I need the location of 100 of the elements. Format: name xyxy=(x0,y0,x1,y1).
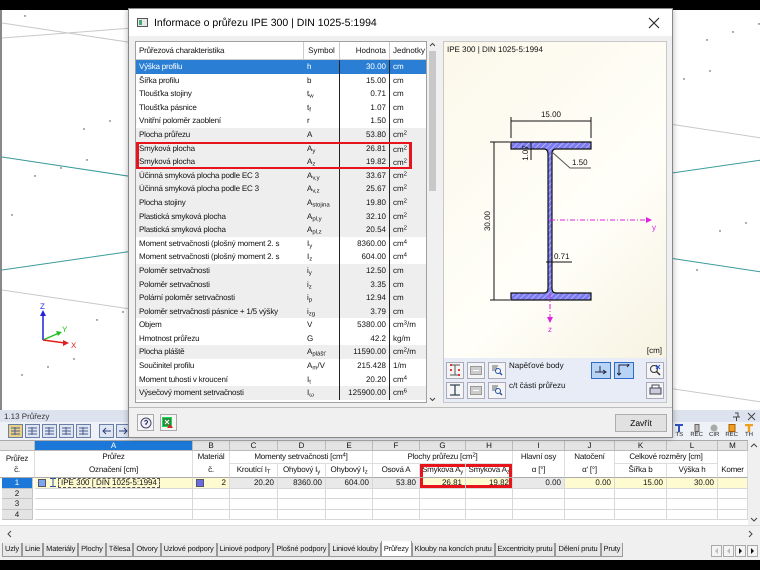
section-view-button[interactable] xyxy=(446,362,464,378)
table-row[interactable]: Účinná smyková plocha podle EC 3 A$_{v,z}$ 25.67 cm$^{2}$ xyxy=(136,182,426,196)
column-letter[interactable]: M xyxy=(718,441,748,451)
scrollbar-thumb[interactable] xyxy=(428,51,436,191)
table-icon[interactable] xyxy=(76,424,91,438)
table-row[interactable]: Plastická smyková plocha A$_{pl,y}$ 32.10 cm$^{2}$ xyxy=(136,210,426,224)
table-cell[interactable]: 2 xyxy=(193,478,230,488)
table-cell[interactable] xyxy=(278,488,326,499)
table-cell[interactable] xyxy=(615,510,667,520)
table-row[interactable]: Plocha průřezu A 53.80 cm$^{2}$ xyxy=(136,128,426,142)
table-cell[interactable]: 0.00 xyxy=(513,478,565,488)
row-number[interactable]: 1 xyxy=(2,478,33,488)
table-row[interactable]: Hmotnost průřezu G 42.2 kg/m xyxy=(136,332,426,346)
table-row[interactable]: Výsečový moment setrvačnosti I$_{ω}$ 125900.00 cm$^{6}$ xyxy=(136,386,426,400)
table-cell[interactable] xyxy=(373,488,420,499)
table-cell[interactable]: 0.00 xyxy=(565,478,615,488)
table-row[interactable]: Poloměr setrvačnosti i$_{y}$ 12.50 cm xyxy=(136,264,426,278)
table-cell[interactable]: 30.00 xyxy=(667,478,718,488)
axis-toggle-button[interactable] xyxy=(591,362,611,378)
table-cell[interactable] xyxy=(466,510,513,520)
table-cell[interactable] xyxy=(565,488,615,499)
table-row[interactable]: Šířka profilu b 15.00 cm xyxy=(136,74,426,88)
table-cell[interactable] xyxy=(420,488,466,499)
table-cell[interactable]: 15.00 xyxy=(615,478,667,488)
column-letter[interactable]: B xyxy=(193,441,230,451)
table-cell[interactable]: 26.81 xyxy=(420,478,466,488)
table-cell[interactable] xyxy=(278,510,326,520)
table-row[interactable]: Poloměr setrvačnosti i$_{z}$ 3.35 cm xyxy=(136,278,426,292)
table-cell[interactable] xyxy=(667,510,718,520)
help-button[interactable] xyxy=(137,414,154,431)
table-cell[interactable] xyxy=(718,478,748,488)
print-button[interactable] xyxy=(646,382,664,398)
table-row[interactable]: Smyková plocha A$_{z}$ 19.82 cm$^{2}$ xyxy=(136,155,426,169)
table-row[interactable]: Plastická smyková plocha A$_{pl,z}$ 20.54 cm$^{2}$ xyxy=(136,223,426,237)
table-row[interactable]: Plocha pláště A$_{plášť}$ 11590.00 cm$^{2}$/m xyxy=(136,345,426,360)
column-letter[interactable]: I xyxy=(513,441,565,451)
row-number[interactable]: 3 xyxy=(2,499,33,510)
table-cell[interactable] xyxy=(373,510,420,520)
table-cell[interactable] xyxy=(230,488,278,499)
table-row[interactable]: Účinná smyková plocha podle EC 3 A$_{v,y}$ 33.67 cm$^{2}$ xyxy=(136,168,426,182)
pin-icon[interactable] xyxy=(732,412,741,420)
details-button[interactable] xyxy=(488,382,506,398)
column-letter[interactable]: C xyxy=(230,441,278,451)
section-view-button[interactable] xyxy=(446,382,464,398)
close-icon[interactable] xyxy=(648,16,660,28)
table-row[interactable]: Polární poloměr setrvačnosti i$_{p}$ 12.94 cm xyxy=(136,291,426,305)
column-header[interactable]: Symbol xyxy=(304,42,340,59)
column-letter[interactable]: F xyxy=(373,441,420,451)
scroll-down-icon[interactable] xyxy=(428,395,436,403)
table-cell[interactable] xyxy=(667,488,718,499)
table-cell[interactable] xyxy=(513,499,565,510)
close-icon[interactable] xyxy=(747,412,756,420)
table-cell[interactable] xyxy=(513,510,565,520)
table-cell[interactable] xyxy=(35,488,193,499)
table-cell[interactable] xyxy=(466,488,513,499)
table-cell[interactable] xyxy=(193,499,230,510)
arrow-right-icon[interactable] xyxy=(747,545,758,557)
table-icon[interactable] xyxy=(8,424,23,438)
table-row[interactable]: Výška profilu h 30.00 cm xyxy=(136,60,426,74)
export-button[interactable] xyxy=(160,414,177,431)
table-cell[interactable] xyxy=(615,488,667,499)
column-letter[interactable]: J xyxy=(565,441,615,451)
table-cell[interactable] xyxy=(326,499,373,510)
table-row[interactable]: Poloměr setrvačnosti pásnice + 1/5 výšky i$_{zg}$ 3.79 cm xyxy=(136,304,426,318)
arrow-left-icon[interactable] xyxy=(99,424,114,438)
column-header[interactable]: Jednotky xyxy=(390,42,426,59)
table-cell[interactable] xyxy=(35,510,193,520)
details-button[interactable] xyxy=(488,362,506,378)
table-cell[interactable] xyxy=(278,499,326,510)
column-header[interactable]: Hodnota xyxy=(340,42,390,59)
table-cell[interactable] xyxy=(35,499,193,510)
scroll-up-icon[interactable] xyxy=(428,41,436,49)
table-cell[interactable] xyxy=(230,499,278,510)
column-letter[interactable]: K xyxy=(615,441,667,451)
column-letter[interactable]: A xyxy=(35,441,193,451)
column-letter[interactable]: L xyxy=(667,441,718,451)
table-cell[interactable] xyxy=(193,510,230,520)
table-cell[interactable]: 20.20 xyxy=(230,478,278,488)
row-number[interactable]: 4 xyxy=(2,510,33,520)
table-cell[interactable] xyxy=(615,499,667,510)
table-cell[interactable] xyxy=(193,488,230,499)
table-cell[interactable]: 8360.00 xyxy=(278,478,326,488)
table-row[interactable]: Plocha stojiny A$_{stojina}$ 19.80 cm$^{2}$ xyxy=(136,196,426,210)
table-cell[interactable] xyxy=(513,488,565,499)
table-row[interactable]: Smyková plocha A$_{y}$ 26.81 cm$^{2}$ xyxy=(136,142,426,156)
arrow-right-icon[interactable] xyxy=(735,545,746,557)
table-cell[interactable] xyxy=(420,510,466,520)
table-cell[interactable]: 604.00 xyxy=(326,478,373,488)
table-cell[interactable] xyxy=(326,510,373,520)
table-cell[interactable] xyxy=(326,488,373,499)
table-cell[interactable] xyxy=(466,499,513,510)
table-cell[interactable] xyxy=(230,510,278,520)
reset-view-button[interactable] xyxy=(646,362,664,378)
table-cell[interactable]: 19.82 xyxy=(466,478,513,488)
column-header[interactable]: Průřezová charakteristika xyxy=(136,42,304,59)
close-button[interactable]: Zavřít xyxy=(615,414,667,432)
table-cell[interactable]: 53.80 xyxy=(373,478,420,488)
table-cell[interactable] xyxy=(420,499,466,510)
column-letter[interactable]: H xyxy=(466,441,513,451)
column-letter[interactable]: D xyxy=(278,441,326,451)
